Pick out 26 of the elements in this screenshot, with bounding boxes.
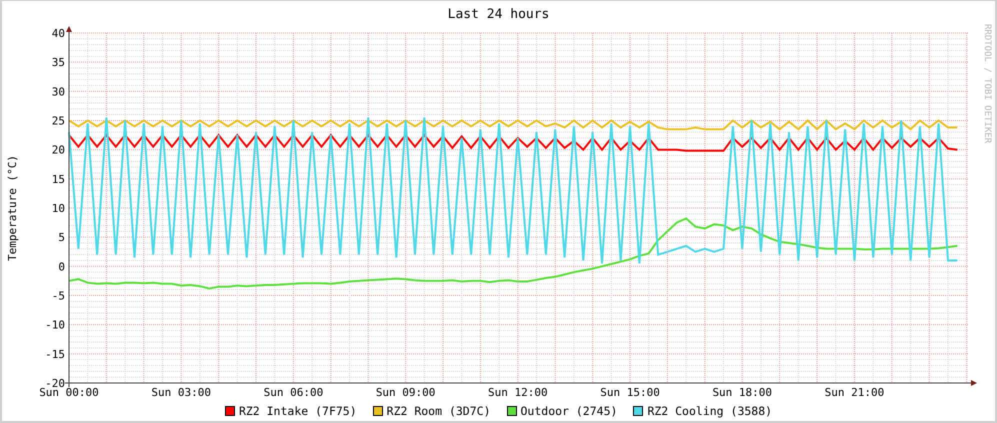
axis-title: Temperature (°C) xyxy=(6,155,19,261)
axis-label: -5 xyxy=(52,290,65,302)
axis-label: 25 xyxy=(52,114,65,128)
legend-label: RZ2 Room (3D7C) xyxy=(386,404,490,418)
axis-label: 35 xyxy=(52,56,65,70)
axis-label: -15 xyxy=(45,348,65,361)
axis-label: 5 xyxy=(58,231,65,244)
legend-label: Outdoor (2745) xyxy=(520,404,618,418)
legend-label: RZ2 Cooling (3588) xyxy=(647,404,772,418)
axis-label: Sun 06:00 xyxy=(264,386,324,399)
axis-label: Sun 15:00 xyxy=(600,386,660,399)
axis-label: Sun 21:00 xyxy=(824,386,884,399)
axis-label: 20 xyxy=(52,144,65,157)
axis-label: -10 xyxy=(45,318,65,332)
axis-label: Sun 18:00 xyxy=(712,386,772,399)
chart-title: Last 24 hours xyxy=(448,6,550,24)
axis-label: Sun 12:00 xyxy=(488,386,548,399)
watermark-text: RRDTOOL / TOBI OETIKER xyxy=(982,24,992,144)
axis-label: Sun 09:00 xyxy=(376,386,436,399)
axis-label: 10 xyxy=(52,202,65,215)
axis-label: 0 xyxy=(58,260,65,274)
axis-label: 40 xyxy=(52,27,65,40)
axis-label: Sun 03:00 xyxy=(151,386,211,399)
axis-label: 30 xyxy=(52,85,65,98)
legend-label: RZ2 Intake (7F75) xyxy=(238,404,357,418)
axis-label: 15 xyxy=(52,172,65,186)
